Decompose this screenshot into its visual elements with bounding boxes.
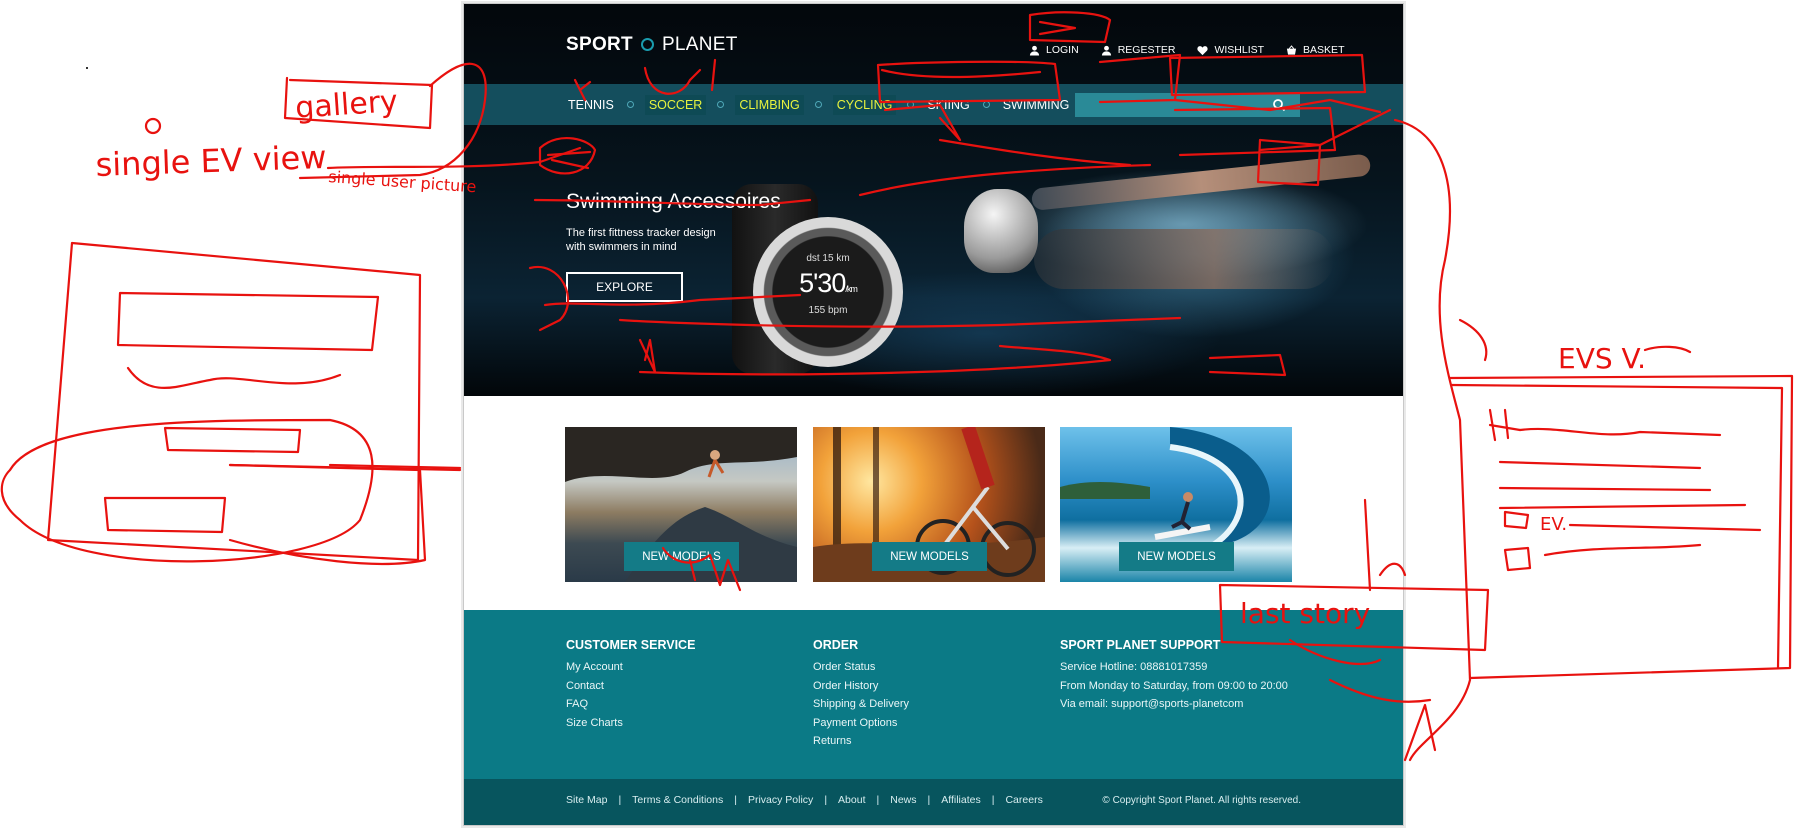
website-mockup: dst 15 km 5'30/km 155 bpm SPORT PLANET LO… xyxy=(463,3,1404,826)
search-icon[interactable] xyxy=(1272,98,1286,112)
category-nav: TENNIS SOCCER CLIMBING CYCLING SKIING SW… xyxy=(464,84,1403,125)
wishlist-label: WISHLIST xyxy=(1214,44,1265,56)
customer-service-heading: CUSTOMER SERVICE xyxy=(566,638,696,652)
link-separator: | xyxy=(991,794,995,806)
link-affiliates[interactable]: Affiliates xyxy=(941,794,981,806)
basket-label: BASKET xyxy=(1303,44,1345,56)
footer-link-order-status[interactable]: Order Status xyxy=(813,658,909,677)
basket-icon xyxy=(1286,44,1297,55)
support-hotline: Service Hotline: 08881017359 xyxy=(1060,661,1208,673)
user-icon xyxy=(1029,45,1040,56)
nav-swimming[interactable]: SWIMMING xyxy=(1001,96,1072,114)
wishlist-link[interactable]: WISHLIST xyxy=(1197,44,1264,56)
login-link[interactable]: LOGIN xyxy=(1029,44,1079,56)
annotation-evs-panel: EVS V. EV. xyxy=(1393,118,1794,762)
watch-distance: dst 15 km xyxy=(806,253,850,264)
link-about[interactable]: About xyxy=(838,794,865,806)
watch-heart-rate: 155 bpm xyxy=(808,305,848,316)
order-heading: ORDER xyxy=(813,638,859,652)
tile-cycling[interactable]: NEW MODELS xyxy=(813,427,1045,582)
watch-pace-unit: /km xyxy=(845,284,857,294)
tile-climbing[interactable]: NEW MODELS xyxy=(565,427,797,582)
site-logo[interactable]: SPORT PLANET xyxy=(566,34,738,56)
footer-link-order-history[interactable]: Order History xyxy=(813,677,909,696)
watch-time-value: 5'30 xyxy=(799,268,846,298)
nav-tennis[interactable]: TENNIS xyxy=(566,96,616,114)
new-models-button[interactable]: NEW MODELS xyxy=(872,542,987,571)
nav-separator-icon xyxy=(982,101,990,108)
annotation-evs-text: EVS V. xyxy=(1558,342,1646,375)
basket-link[interactable]: BASKET xyxy=(1286,44,1344,56)
nav-separator-icon xyxy=(814,101,822,108)
annotation-user-picture-text: single user picture xyxy=(328,167,477,196)
logo-ring-icon xyxy=(640,38,654,51)
link-separator: | xyxy=(618,794,622,806)
logo-planet: PLANET xyxy=(661,34,738,55)
footer-link-shipping[interactable]: Shipping & Delivery xyxy=(813,695,909,714)
annotation-gallery: gallery xyxy=(283,62,487,180)
swimmer-head xyxy=(964,189,1038,273)
sub-footer: Site Map | Terms & Conditions | Privacy Po… xyxy=(464,779,1403,825)
support-email: Via email: support@sports-planetcom xyxy=(1060,698,1244,711)
link-separator: | xyxy=(734,794,737,806)
order-column: ORDER Order Status Order History Shippin… xyxy=(813,638,909,751)
tile-surfing[interactable]: NEW MODELS xyxy=(1060,427,1292,582)
nav-cycling[interactable]: CYCLING xyxy=(832,94,897,115)
link-privacy[interactable]: Privacy Policy xyxy=(748,794,813,806)
footer-link-faq[interactable]: FAQ xyxy=(566,695,695,714)
annotation-single-ev-view-text: single EV view xyxy=(95,138,327,184)
annotation-single-ev-view: single EV view xyxy=(0,138,462,566)
top-bar: SPORTPLANET LOGIN REGESTER WISHLIST BAS xyxy=(464,4,1403,84)
user-icon xyxy=(1101,45,1111,56)
new-models-button[interactable]: NEW MODELS xyxy=(1119,542,1234,571)
stray-dot xyxy=(86,67,88,69)
hero-title: Swimming Accessoires xyxy=(566,190,781,213)
customer-service-column: CUSTOMER SERVICE My Account Contact FAQ … xyxy=(566,638,695,732)
nav-climbing[interactable]: CLIMBING xyxy=(735,94,804,115)
link-separator: | xyxy=(824,794,828,806)
hero-banner: dst 15 km 5'30/km 155 bpm SPORT PLANET LO… xyxy=(464,4,1403,396)
annotation-gallery-text: gallery xyxy=(294,84,399,126)
annotation-ev-text: EV. xyxy=(1540,514,1567,535)
swimmer-body xyxy=(1034,229,1334,289)
logo-sport: SPORT xyxy=(566,34,633,55)
register-link[interactable]: REGESTER xyxy=(1101,44,1176,56)
site-footer: CUSTOMER SERVICE My Account Contact FAQ … xyxy=(464,610,1403,779)
nav-separator-icon xyxy=(717,101,725,108)
sub-footer-links: Site Map | Terms & Conditions | Privacy Po… xyxy=(566,794,1043,806)
login-label: LOGIN xyxy=(1046,44,1079,56)
user-links: LOGIN REGESTER WISHLIST BASKET xyxy=(1029,44,1344,56)
link-site-map[interactable]: Site Map xyxy=(566,794,607,806)
link-terms[interactable]: Terms & Conditions xyxy=(632,794,723,806)
nav-items: TENNIS SOCCER CLIMBING CYCLING SKIING SW… xyxy=(566,84,1071,125)
new-models-button[interactable]: NEW MODELS xyxy=(624,542,739,571)
heart-icon xyxy=(1197,45,1209,55)
footer-link-payment-options[interactable]: Payment Options xyxy=(813,714,909,733)
nav-skiing[interactable]: SKIING xyxy=(925,96,971,114)
nav-soccer[interactable]: SOCCER xyxy=(644,94,707,115)
explore-button[interactable]: EXPLORE xyxy=(566,272,683,302)
hero-subtitle: The first fittness tracker design with s… xyxy=(566,227,716,253)
support-hours: From Monday to Saturday, from 09:00 to 2… xyxy=(1060,679,1288,692)
nav-separator-icon xyxy=(907,101,915,108)
support-column: SPORT PLANET SUPPORT Service Hotline: 08… xyxy=(1060,638,1288,714)
footer-link-contact[interactable]: Contact xyxy=(566,677,695,696)
register-label: REGESTER xyxy=(1117,44,1176,56)
footer-link-returns[interactable]: Returns xyxy=(813,732,909,751)
copyright-text: © Copyright Sport Planet. All rights res… xyxy=(1102,795,1301,806)
link-separator: | xyxy=(927,794,931,806)
fitness-watch: dst 15 km 5'30/km 155 bpm xyxy=(753,217,903,367)
search-input[interactable] xyxy=(1075,93,1300,117)
link-news[interactable]: News xyxy=(890,794,916,806)
nav-separator-icon xyxy=(626,101,634,108)
footer-link-my-account[interactable]: My Account xyxy=(566,658,695,677)
link-separator: | xyxy=(876,794,880,806)
footer-link-size-charts[interactable]: Size Charts xyxy=(566,714,695,733)
support-heading: SPORT PLANET SUPPORT xyxy=(1060,638,1221,652)
watch-time: 5'30/km xyxy=(753,268,903,299)
link-careers[interactable]: Careers xyxy=(1005,794,1042,806)
